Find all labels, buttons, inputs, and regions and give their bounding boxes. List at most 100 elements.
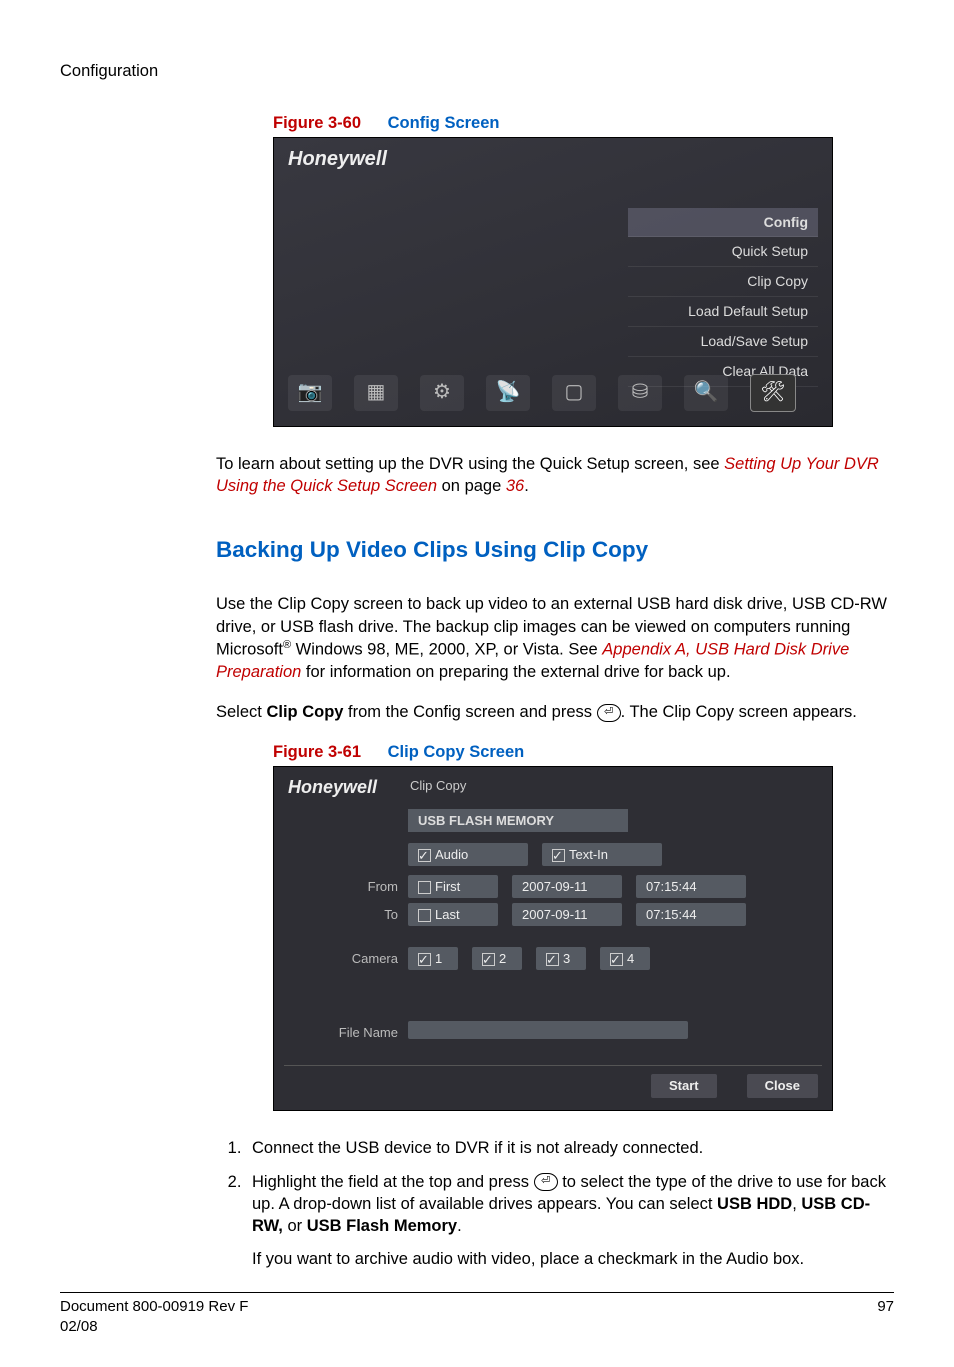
figure-60-caption: Figure 3-60 Config Screen (273, 112, 894, 134)
figure-61-caption: Figure 3-61 Clip Copy Screen (273, 741, 894, 763)
footer-left: Document 800-00919 Rev F 02/08 (60, 1297, 248, 1338)
menu-item-config[interactable]: Config (628, 208, 818, 238)
config-screen: Honeywell Config Quick Setup Clip Copy L… (273, 137, 833, 427)
figure-61-number: Figure 3-61 (273, 743, 361, 761)
text: First (435, 879, 460, 894)
brand-logo: Honeywell (288, 775, 377, 799)
drive-dropdown[interactable]: USB FLASH MEMORY (408, 809, 628, 833)
text: . (457, 1217, 462, 1235)
menu-item-clip-copy[interactable]: Clip Copy (628, 267, 818, 297)
to-last-checkbox[interactable]: Last (408, 903, 498, 927)
camera-label: Camera (274, 950, 398, 968)
paragraph-select-clip-copy: Select Clip Copy from the Config screen … (216, 701, 894, 723)
checkbox-icon (546, 953, 559, 966)
from-first-checkbox[interactable]: First (408, 875, 498, 899)
bold-usb-hdd: USB HDD (717, 1195, 792, 1213)
window-title: Clip Copy (410, 777, 466, 795)
step-list: Connect the USB device to DVR if it is n… (216, 1137, 894, 1270)
text: Audio (435, 847, 468, 862)
toolbar: 📷 ▦ ⚙ 📡 ▢ ⛁ 🔍 🛠 (288, 374, 818, 412)
tools-icon[interactable]: 🛠 (750, 374, 796, 412)
from-time[interactable]: 07:15:44 (636, 875, 746, 899)
step-2: Highlight the field at the top and press… (246, 1171, 894, 1270)
text: on page (437, 477, 506, 495)
audio-checkbox[interactable]: Audio (408, 843, 528, 867)
section-name: Configuration (60, 60, 894, 82)
event-icon[interactable]: 🔍 (684, 375, 728, 411)
checkbox-icon (418, 849, 431, 862)
figure-61-image: Honeywell Clip Copy USB FLASH MEMORY Aud… (273, 766, 894, 1111)
brand-logo: Honeywell (288, 146, 387, 173)
checkbox-icon (418, 881, 431, 894)
text: Text-In (569, 847, 608, 862)
storage-icon[interactable]: ⛁ (618, 375, 662, 411)
camera-icon[interactable]: 📷 (288, 375, 332, 411)
doc-id: Document 800-00919 Rev F (60, 1297, 248, 1317)
camera-4-checkbox[interactable]: 4 (600, 947, 650, 971)
enter-icon (534, 1173, 558, 1191)
paragraph-quick-setup-ref: To learn about setting up the DVR using … (216, 453, 894, 498)
checkbox-icon (418, 953, 431, 966)
checkbox-icon (552, 849, 565, 862)
clip-copy-screen: Honeywell Clip Copy USB FLASH MEMORY Aud… (273, 766, 833, 1111)
heading-backing-up: Backing Up Video Clips Using Clip Copy (216, 535, 894, 565)
figure-60-image: Honeywell Config Quick Setup Clip Copy L… (273, 137, 894, 427)
step-1: Connect the USB device to DVR if it is n… (246, 1137, 894, 1159)
config-menu: Config Quick Setup Clip Copy Load Defaul… (628, 208, 818, 387)
text: 4 (627, 951, 634, 966)
menu-item-load-default[interactable]: Load Default Setup (628, 297, 818, 327)
text: . (524, 477, 529, 495)
reg-mark: ® (283, 639, 291, 651)
text: To learn about setting up the DVR using … (216, 455, 724, 473)
gear-icon[interactable]: ⚙ (420, 375, 464, 411)
text: Last (435, 907, 460, 922)
filename-label: File Name (274, 1024, 398, 1042)
camera-3-checkbox[interactable]: 3 (536, 947, 586, 971)
to-date[interactable]: 2007-09-11 (512, 903, 622, 927)
display-icon[interactable]: ▢ (552, 375, 596, 411)
camera-1-checkbox[interactable]: 1 (408, 947, 458, 971)
layout-icon[interactable]: ▦ (354, 375, 398, 411)
menu-item-quick-setup[interactable]: Quick Setup (628, 237, 818, 267)
checkbox-icon (418, 909, 431, 922)
close-button[interactable]: Close (747, 1074, 818, 1098)
from-date[interactable]: 2007-09-11 (512, 875, 622, 899)
step-2-sub: If you want to archive audio with video,… (252, 1248, 894, 1270)
text: 3 (563, 951, 570, 966)
paragraph-backup-intro: Use the Clip Copy screen to back up vide… (216, 593, 894, 683)
text: Connect the USB device to DVR if it is n… (252, 1139, 703, 1157)
text: , (792, 1195, 801, 1213)
filename-input[interactable] (408, 1021, 688, 1039)
footer: Document 800-00919 Rev F 02/08 97 (60, 1297, 894, 1338)
to-time[interactable]: 07:15:44 (636, 903, 746, 927)
checkbox-icon (610, 953, 623, 966)
divider (284, 1065, 822, 1066)
text: . The Clip Copy screen appears. (621, 703, 857, 721)
button-row: Start Close (651, 1074, 818, 1098)
text: or (283, 1217, 307, 1235)
figure-61-title: Clip Copy Screen (388, 743, 525, 761)
text: Windows 98, ME, 2000, XP, or Vista. See (291, 640, 602, 658)
figure-60-title: Config Screen (388, 114, 500, 132)
checkbox-icon (482, 953, 495, 966)
text: 2 (499, 951, 506, 966)
enter-icon (597, 704, 621, 722)
to-label: To (274, 906, 398, 924)
figure-60-number: Figure 3-60 (273, 114, 361, 132)
page-number: 97 (877, 1297, 894, 1338)
text: for information on preparing the externa… (301, 663, 730, 681)
start-button[interactable]: Start (651, 1074, 717, 1098)
network-icon[interactable]: 📡 (486, 375, 530, 411)
textin-checkbox[interactable]: Text-In (542, 843, 662, 867)
link-page-36[interactable]: 36 (506, 477, 524, 495)
bold-usb-flash: USB Flash Memory (307, 1217, 457, 1235)
footer-rule (60, 1292, 894, 1293)
text: Select (216, 703, 266, 721)
camera-2-checkbox[interactable]: 2 (472, 947, 522, 971)
doc-date: 02/08 (60, 1317, 248, 1337)
text: Highlight the field at the top and press (252, 1173, 534, 1191)
text: 1 (435, 951, 442, 966)
from-label: From (274, 878, 398, 896)
text: from the Config screen and press (343, 703, 596, 721)
menu-item-load-save[interactable]: Load/Save Setup (628, 327, 818, 357)
